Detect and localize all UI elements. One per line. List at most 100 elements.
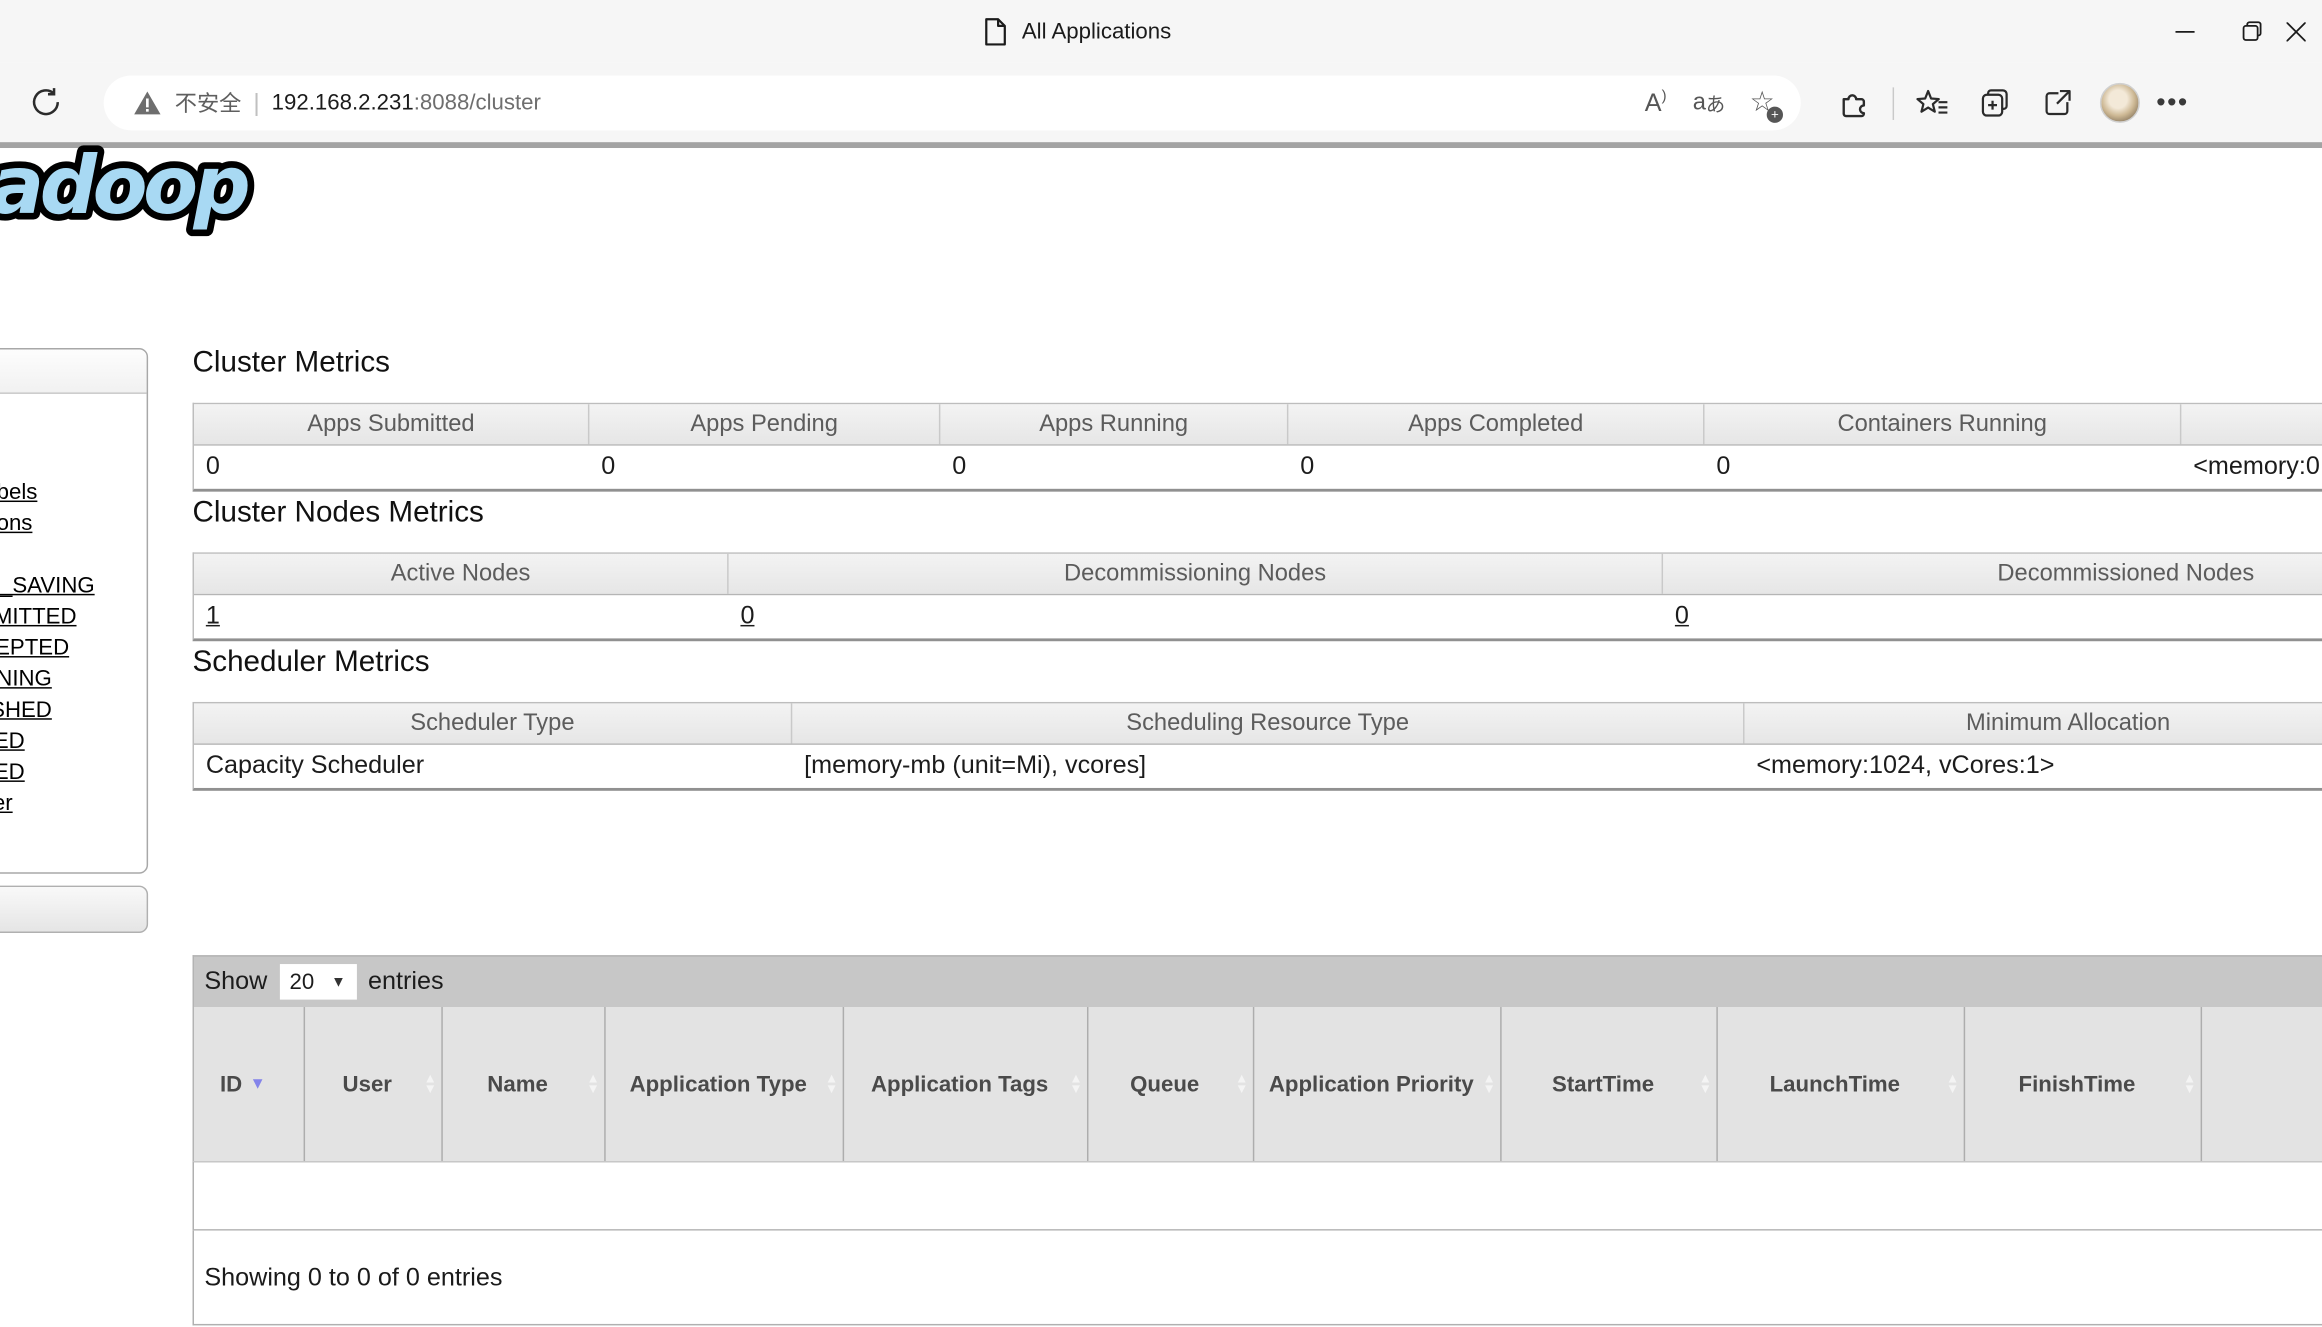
url-host: 192.168.2.231 bbox=[272, 90, 414, 115]
minimize-button[interactable] bbox=[2150, 0, 2218, 62]
restore-button[interactable] bbox=[2218, 0, 2286, 62]
sort-icon: ▲▼ bbox=[1235, 1074, 1248, 1095]
page-size-value: 20 bbox=[290, 969, 315, 994]
col-starttime[interactable]: StartTime▲▼ bbox=[1502, 1007, 1718, 1161]
reload-button[interactable] bbox=[24, 80, 68, 124]
window-controls bbox=[2150, 0, 2322, 62]
decommissioning-nodes-link[interactable]: 0 bbox=[740, 601, 754, 629]
cluster-nodes-metrics-heading: Cluster Nodes Metrics bbox=[193, 496, 484, 530]
active-nodes-link[interactable]: 1 bbox=[206, 601, 220, 629]
apps-header-row: ID▼ User▲▼ Name▲▼ Application Type▲▼ App… bbox=[193, 1007, 2322, 1161]
page-icon bbox=[983, 17, 1007, 45]
browser-window: All Applications bbox=[0, 0, 2322, 1327]
col-user[interactable]: User▲▼ bbox=[305, 1007, 443, 1161]
address-bar[interactable]: 不安全 | 192.168.2.231:8088/cluster A) aあ ☆… bbox=[104, 76, 1801, 131]
restore-icon bbox=[2242, 21, 2263, 42]
show-label: Show bbox=[204, 967, 267, 997]
col-launchtime[interactable]: LaunchTime▲▼ bbox=[1718, 1007, 1965, 1161]
sidebar-cluster-header[interactable]: Cluster bbox=[0, 349, 147, 393]
col-scheduler-type: Scheduler Type bbox=[194, 703, 792, 743]
col-minimum-allocation: Minimum Allocation bbox=[1745, 703, 2322, 743]
title-bar: All Applications bbox=[0, 0, 2322, 62]
col-decommissioning-nodes: Decommissioning Nodes bbox=[729, 554, 1663, 594]
sort-icon: ▲▼ bbox=[1699, 1074, 1712, 1095]
translate-icon[interactable]: aあ bbox=[1685, 81, 1732, 125]
scheduler-metrics-heading: Scheduler Metrics bbox=[193, 646, 430, 680]
cluster-metrics-heading: Cluster Metrics bbox=[193, 347, 390, 381]
sort-icon: ▲▼ bbox=[587, 1074, 600, 1095]
col-application-type[interactable]: Application Type▲▼ bbox=[606, 1007, 844, 1161]
minimize-icon bbox=[2175, 21, 2194, 40]
tab-title-label: All Applications bbox=[1022, 19, 1171, 44]
sidebar-item-accepted[interactable]: ACCEPTED bbox=[0, 632, 147, 663]
scheduler-value-row: Capacity Scheduler [memory-mb (unit=Mi),… bbox=[194, 745, 2322, 788]
hadoop-logo: hadoop bbox=[0, 127, 347, 250]
scheduling-resource-type-value: [memory-mb (unit=Mi), vcores] bbox=[792, 745, 1744, 788]
sidebar-item-nodes[interactable]: Nodes bbox=[0, 446, 147, 477]
favorite-add-icon[interactable]: ☆ + bbox=[1739, 81, 1786, 125]
col-name[interactable]: Name▲▼ bbox=[443, 1007, 606, 1161]
settings-menu-icon[interactable]: ••• bbox=[2158, 79, 2188, 126]
table-info: Showing 0 to 0 of 0 entries bbox=[193, 1231, 2322, 1326]
sort-icon: ▲▼ bbox=[424, 1074, 437, 1095]
sidebar-item-new[interactable]: NEW bbox=[0, 539, 147, 570]
browser-tab[interactable]: All Applications bbox=[983, 0, 1171, 62]
security-label: 不安全 bbox=[175, 87, 242, 118]
col-state[interactable]: State▲▼ bbox=[2202, 1007, 2322, 1161]
reload-icon bbox=[28, 84, 64, 120]
share-icon[interactable] bbox=[2033, 79, 2080, 126]
avatar bbox=[2099, 83, 2139, 123]
cluster-metrics-header-row: Apps Submitted Apps Pending Apps Running… bbox=[194, 404, 2322, 445]
cluster-metrics-value-row: 0 0 0 0 0 <memory:0, vCores:0> bbox=[194, 446, 2322, 489]
sort-icon: ▲▼ bbox=[1069, 1074, 1082, 1095]
sidebar-item-node-labels[interactable]: Node Labels bbox=[0, 477, 147, 508]
sort-desc-icon: ▼ bbox=[250, 1075, 266, 1093]
sidebar-item-failed[interactable]: FAILED bbox=[0, 726, 147, 757]
minimum-allocation-value: <memory:1024, vCores:1> bbox=[1745, 745, 2322, 788]
scheduler-metrics-table: Scheduler Type Scheduling Resource Type … bbox=[193, 702, 2322, 791]
col-id[interactable]: ID▼ bbox=[194, 1007, 305, 1161]
sidebar-item-scheduler[interactable]: Scheduler bbox=[0, 788, 147, 819]
sidebar-item-killed[interactable]: KILLED bbox=[0, 757, 147, 788]
url-text[interactable]: 192.168.2.231:8088/cluster bbox=[272, 90, 541, 115]
profile-avatar[interactable] bbox=[2095, 79, 2142, 126]
col-application-tags[interactable]: Application Tags▲▼ bbox=[844, 1007, 1088, 1161]
close-button[interactable] bbox=[2287, 0, 2322, 62]
nodes-value-row: 1 0 0 bbox=[194, 595, 2322, 638]
active-nodes-value: 1 bbox=[194, 595, 729, 638]
page-size-select[interactable]: 20 ▼ bbox=[279, 964, 356, 1000]
scheduler-type-value: Capacity Scheduler bbox=[194, 745, 792, 788]
sidebar-item-applications[interactable]: Applications bbox=[0, 508, 147, 539]
col-application-priority[interactable]: Application Priority▲▼ bbox=[1254, 1007, 1501, 1161]
favorites-icon[interactable] bbox=[1909, 79, 1956, 126]
sidebar-nav: Cluster About Nodes Node Labels Applicat… bbox=[0, 348, 148, 874]
col-queue[interactable]: Queue▲▼ bbox=[1088, 1007, 1254, 1161]
url-path: :8088/cluster bbox=[414, 90, 541, 115]
sidebar-item-about[interactable]: About bbox=[0, 415, 147, 446]
nodes-header-row: Active Nodes Decommissioning Nodes Decom… bbox=[194, 554, 2322, 595]
decommissioning-nodes-value: 0 bbox=[729, 595, 1663, 638]
sort-icon: ▲▼ bbox=[2183, 1074, 2196, 1095]
read-aloud-icon[interactable]: A) bbox=[1632, 81, 1679, 125]
sidebar-item-finished[interactable]: FINISHED bbox=[0, 695, 147, 726]
sort-icon: ▲▼ bbox=[1482, 1074, 1495, 1095]
sidebar-item-submitted[interactable]: SUBMITTED bbox=[0, 601, 147, 632]
sidebar-item-running[interactable]: RUNNING bbox=[0, 663, 147, 694]
col-finishtime[interactable]: FinishTime▲▼ bbox=[1965, 1007, 2202, 1161]
applications-table: Show 20 ▼ entries ID▼ User▲▼ Name▲▼ Appl… bbox=[193, 955, 2322, 1325]
decommissioned-nodes-link[interactable]: 0 bbox=[1675, 601, 1689, 629]
col-apps-completed: Apps Completed bbox=[1288, 404, 1704, 444]
sidebar-item-new-saving[interactable]: NEW_SAVING bbox=[0, 570, 147, 601]
hadoop-logo-text: hadoop bbox=[0, 139, 249, 232]
collections-icon[interactable] bbox=[1971, 79, 2018, 126]
extensions-icon[interactable] bbox=[1830, 79, 1877, 126]
warning-icon bbox=[133, 90, 161, 115]
col-apps-running: Apps Running bbox=[940, 404, 1288, 444]
scheduler-header-row: Scheduler Type Scheduling Resource Type … bbox=[194, 703, 2322, 744]
cluster-nodes-metrics-table: Active Nodes Decommissioning Nodes Decom… bbox=[193, 552, 2322, 641]
used-resources-value: <memory:0, vCores:0> bbox=[2181, 446, 2322, 489]
sort-icon: ▲▼ bbox=[1946, 1074, 1959, 1095]
sidebar-tools-header[interactable]: Tools bbox=[0, 886, 148, 933]
cluster-metrics-table: Apps Submitted Apps Pending Apps Running… bbox=[193, 403, 2322, 492]
site-security[interactable]: 不安全 bbox=[104, 87, 242, 118]
